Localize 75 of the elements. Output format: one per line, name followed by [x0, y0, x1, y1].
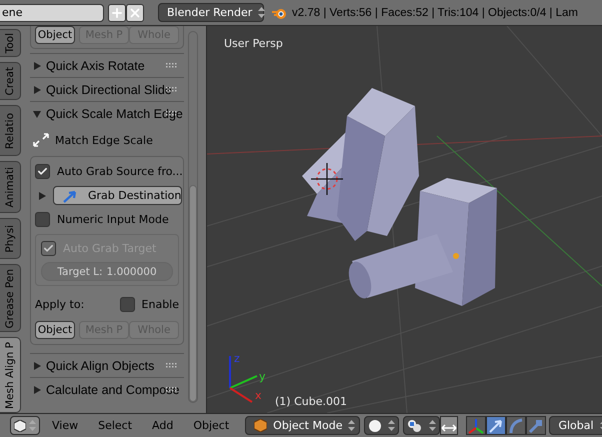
- up-down-arrows-icon: [348, 420, 356, 431]
- match-edge-scale-button[interactable]: Match Edge Scale: [33, 128, 184, 152]
- drag-grip-icon: [166, 111, 178, 116]
- check-icon: [43, 243, 54, 254]
- target-button[interactable]: Object: [35, 26, 75, 44]
- curve-icon: [508, 418, 524, 434]
- axes-icon: [468, 418, 484, 434]
- scale-handle-icon: [528, 418, 544, 434]
- axis-gizmo: [229, 356, 258, 403]
- expand-triangle-icon[interactable]: [38, 192, 46, 200]
- check-icon: [37, 166, 48, 177]
- up-down-arrows-icon: [429, 420, 436, 431]
- close-button[interactable]: [126, 4, 144, 22]
- orientation-dropdown[interactable]: Global: [549, 416, 602, 435]
- cube-icon: [14, 420, 26, 432]
- manipulator-button[interactable]: [466, 416, 486, 435]
- axis-label: y: [259, 370, 266, 383]
- close-icon: [128, 6, 142, 20]
- up-down-arrows-icon: [388, 420, 396, 431]
- menu-item[interactable]: View: [44, 419, 86, 432]
- panel-header[interactable]: Quick Axis Rotate: [30, 53, 184, 77]
- manipulator-toggle[interactable]: [440, 416, 458, 435]
- axis-label: x: [255, 389, 262, 402]
- checkbox-label: Numeric Input Mode: [57, 213, 169, 226]
- up-down-arrows-icon: [258, 7, 266, 18]
- up-down-arrows-icon: [29, 420, 36, 431]
- scene-field[interactable]: ene: [0, 4, 104, 22]
- 3d-cursor-icon: [310, 162, 344, 196]
- add-button[interactable]: [108, 4, 126, 22]
- collapse-triangle-icon[interactable]: [33, 110, 41, 118]
- scene-stats: v2.78 | Verts:56 | Faces:52 | Tris:104 | Objects:0/4 | Lam: [292, 6, 578, 18]
- scrollbar-thumb[interactable]: [189, 185, 197, 402]
- expand-triangle-icon[interactable]: [33, 86, 41, 94]
- checkbox[interactable]: [35, 164, 50, 179]
- mode-dropdown[interactable]: Object Mode: [245, 416, 360, 435]
- cube-icon: [254, 419, 268, 432]
- menu-item[interactable]: Add: [144, 419, 182, 432]
- editor-type-button[interactable]: [10, 416, 40, 435]
- sphere-icon: [368, 418, 382, 432]
- object-label: (1) Cube.001: [275, 395, 347, 408]
- sidebar-tab[interactable]: Relatio: [0, 105, 21, 156]
- pivot-circles-icon: [407, 418, 424, 432]
- axis-label: z: [234, 352, 240, 365]
- manipulator-button[interactable]: [486, 416, 506, 435]
- checkbox-label: Auto Grab Source fro...: [57, 165, 183, 178]
- sidebar-tab[interactable]: Grease Pen: [0, 264, 21, 332]
- checkbox-label: Enable: [142, 298, 179, 311]
- expand-triangle-icon[interactable]: [33, 386, 41, 394]
- apply-to-label: Apply to:: [35, 298, 86, 311]
- scale-arrows-icon: [33, 133, 49, 147]
- sidebar-tab[interactable]: Animati: [0, 161, 21, 213]
- render-engine-dropdown[interactable]: Blender Render: [158, 3, 264, 22]
- pivot-dropdown[interactable]: [403, 416, 440, 435]
- drag-grip-icon: [166, 63, 178, 68]
- panel-header[interactable]: Calculate and Compose: [30, 377, 184, 401]
- sidebar-tab[interactable]: Tool: [0, 29, 21, 58]
- checkbox[interactable]: [35, 212, 50, 227]
- sidebar-tab[interactable]: Creat: [0, 62, 21, 100]
- drag-grip-icon: [166, 363, 178, 368]
- sidebar-tab[interactable]: Physi: [0, 218, 21, 260]
- plus-icon: [110, 6, 124, 20]
- target-button[interactable]: Object: [35, 321, 75, 339]
- shading-dropdown[interactable]: [364, 416, 400, 435]
- menu-item[interactable]: Select: [90, 419, 140, 432]
- sidebar-tab[interactable]: Mesh Align P: [0, 337, 21, 413]
- expand-triangle-icon[interactable]: [33, 362, 41, 370]
- arrow-icon: [62, 188, 78, 202]
- expand-triangle-icon[interactable]: [33, 62, 41, 70]
- panel-header[interactable]: Quick Align Objects: [30, 353, 184, 377]
- grab-destination-button[interactable]: Grab Destination: [53, 186, 182, 205]
- arrow-icon: [488, 418, 504, 434]
- view-label: User Persp: [224, 37, 283, 50]
- drag-grip-icon: [166, 387, 178, 392]
- menu-item[interactable]: Object: [185, 419, 238, 432]
- checkbox[interactable]: [120, 297, 135, 312]
